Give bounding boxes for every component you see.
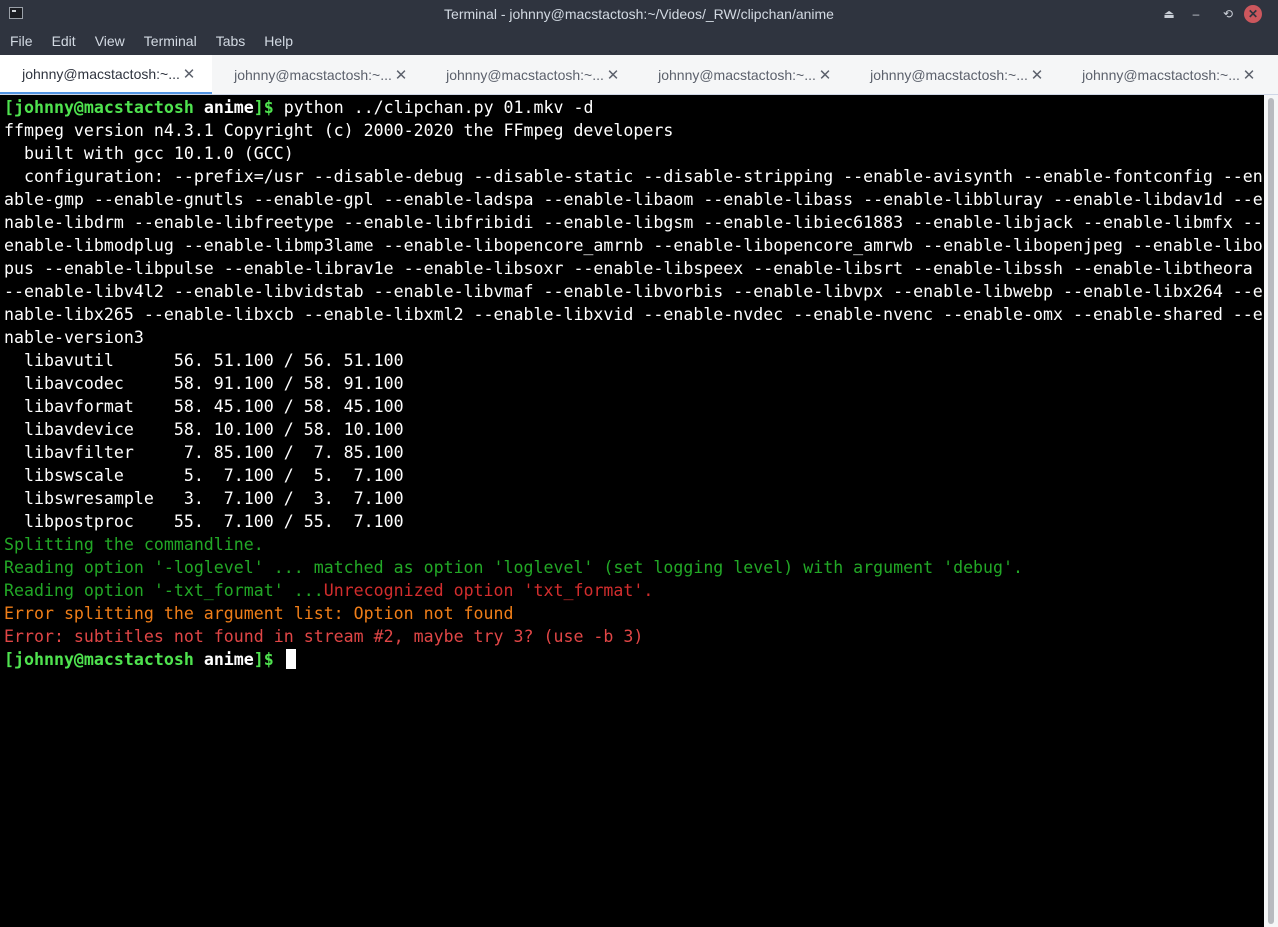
prompt-user: [johnny@macstactosh	[4, 650, 194, 669]
prompt-end: ]$	[253, 650, 274, 669]
output-line: --enable-libv4l2 --enable-libvidstab --e…	[4, 282, 1263, 301]
terminal-output[interactable]: [johnny@macstactosh anime]$ python ../cl…	[0, 95, 1264, 927]
menu-file[interactable]: File	[0, 28, 42, 55]
prompt-end: ]$	[253, 98, 274, 117]
output-line: libswscale 5. 7.100 / 5. 7.100	[4, 466, 404, 485]
maximize-button[interactable]: ⟲	[1218, 4, 1238, 24]
output-line: libavdevice 58. 10.100 / 58. 10.100	[4, 420, 404, 439]
debug-line: Reading option '-txt_format' ...Unrecogn…	[4, 579, 1263, 602]
prompt-dir: anime	[203, 98, 254, 117]
close-tab-icon[interactable]: ✕	[180, 65, 198, 83]
tab-label: johnny@macstactosh:~...	[22, 65, 180, 82]
tab-3[interactable]: johnny@macstactosh:~... ✕	[424, 55, 636, 94]
output-line: built with gcc 10.1.0 (GCC)	[4, 144, 294, 163]
output-line: able-gmp --enable-gnutls --enable-gpl --…	[4, 190, 1263, 209]
tab-5[interactable]: johnny@macstactosh:~... ✕	[848, 55, 1060, 94]
error-line: Error splitting the argument list: Optio…	[4, 604, 514, 623]
menu-tabs[interactable]: Tabs	[206, 28, 255, 55]
error-text: Unrecognized option 'txt_format'.	[323, 581, 654, 600]
menu-edit[interactable]: Edit	[42, 28, 85, 55]
window-titlebar: Terminal - johnny@macstactosh:~/Videos/_…	[0, 0, 1278, 28]
debug-text: Reading option '-txt_format' ...	[4, 581, 324, 600]
tab-bar: johnny@macstactosh:~... ✕ johnny@macstac…	[0, 55, 1278, 95]
output-line: libpostproc 55. 7.100 / 55. 7.100	[4, 512, 404, 531]
close-tab-icon[interactable]: ✕	[1028, 66, 1046, 84]
output-line: libavutil 56. 51.100 / 56. 51.100	[4, 351, 404, 370]
debug-line: Splitting the commandline.	[4, 535, 264, 554]
output-line: enable-libmodplug --enable-libmp3lame --…	[4, 236, 1263, 255]
output-line: pus --enable-libpulse --enable-librav1e …	[4, 259, 1263, 278]
output-line: nable-libx265 --enable-libxcb --enable-l…	[4, 305, 1263, 324]
tab-1[interactable]: johnny@macstactosh:~... ✕	[0, 55, 212, 94]
scrollbar-thumb[interactable]	[1268, 98, 1274, 924]
text-cursor	[285, 649, 296, 669]
tab-6[interactable]: johnny@macstactosh:~... ✕	[1060, 55, 1272, 94]
vertical-scrollbar[interactable]	[1264, 95, 1278, 927]
menu-bar: File Edit View Terminal Tabs Help	[0, 28, 1278, 55]
command-text: python ../clipchan.py 01.mkv -d	[283, 98, 594, 117]
tab-label: johnny@macstactosh:~...	[870, 66, 1028, 83]
window-title: Terminal - johnny@macstactosh:~/Videos/_…	[444, 6, 834, 22]
tab-label: johnny@macstactosh:~...	[234, 66, 392, 83]
output-line: libavformat 58. 45.100 / 58. 45.100	[4, 397, 404, 416]
command-line: [johnny@macstactosh anime]$ python ../cl…	[4, 96, 1263, 119]
shade-button[interactable]: ⏏	[1159, 4, 1179, 24]
close-tab-icon[interactable]: ✕	[604, 66, 622, 84]
close-tab-icon[interactable]: ✕	[816, 66, 834, 84]
prompt-user: [johnny@macstactosh	[4, 98, 194, 117]
output-line: libswresample 3. 7.100 / 3. 7.100	[4, 489, 404, 508]
menu-view[interactable]: View	[85, 28, 134, 55]
output-line: libavcodec 58. 91.100 / 58. 91.100	[4, 374, 404, 393]
prompt-dir: anime	[203, 650, 254, 669]
output-line: libavfilter 7. 85.100 / 7. 85.100	[4, 443, 404, 462]
tab-label: johnny@macstactosh:~...	[658, 66, 816, 83]
terminal-app-icon[interactable]	[9, 7, 23, 19]
tab-2[interactable]: johnny@macstactosh:~... ✕	[212, 55, 424, 94]
output-line: configuration: --prefix=/usr --disable-d…	[4, 167, 1263, 186]
tab-label: johnny@macstactosh:~...	[1082, 66, 1240, 83]
output-line: nable-version3	[4, 328, 144, 347]
close-window-button[interactable]: ✕	[1244, 5, 1262, 23]
tab-label: johnny@macstactosh:~...	[446, 66, 604, 83]
close-tab-icon[interactable]: ✕	[392, 66, 410, 84]
minimize-button[interactable]: –	[1186, 4, 1206, 24]
menu-terminal[interactable]: Terminal	[134, 28, 206, 55]
tab-4[interactable]: johnny@macstactosh:~... ✕	[636, 55, 848, 94]
debug-line: Reading option '-loglevel' ... matched a…	[4, 558, 1024, 577]
output-line: nable-libdrm --enable-libfreetype --enab…	[4, 213, 1263, 232]
error-line: Error: subtitles not found in stream #2,…	[4, 627, 644, 646]
output-line: ffmpeg version n4.3.1 Copyright (c) 2000…	[4, 121, 674, 140]
menu-help[interactable]: Help	[254, 28, 302, 55]
close-tab-icon[interactable]: ✕	[1240, 66, 1258, 84]
prompt-line: [johnny@macstactosh anime]$	[4, 648, 1263, 671]
